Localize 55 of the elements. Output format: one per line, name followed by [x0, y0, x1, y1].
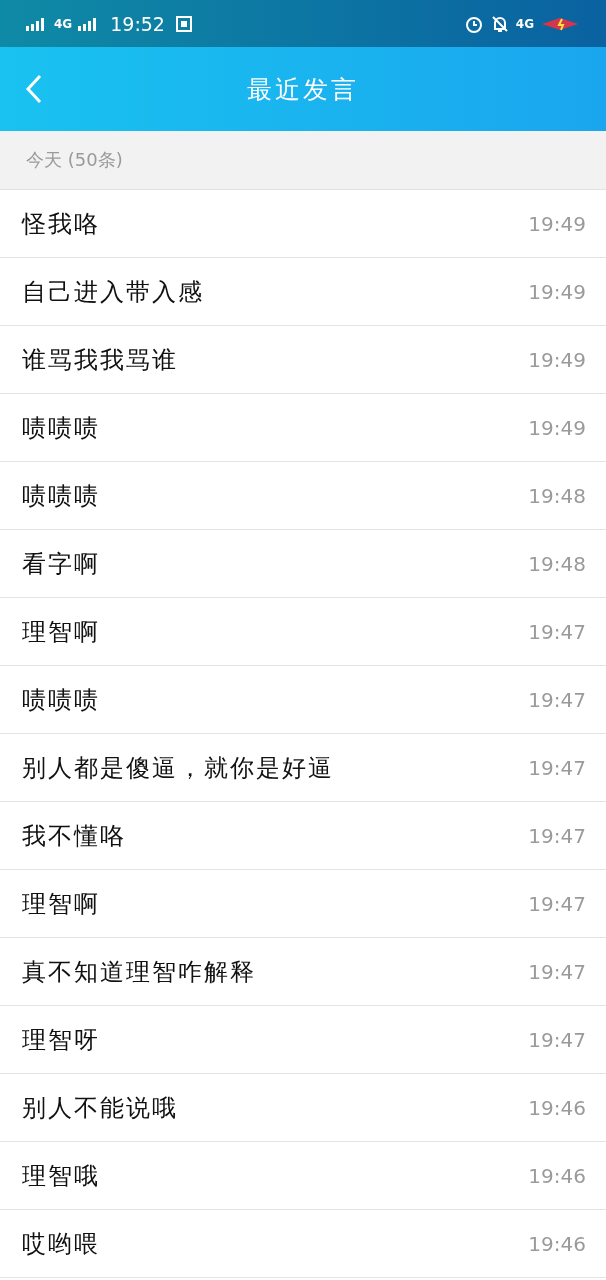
message-row[interactable]: 理智啊 19:47 — [0, 870, 606, 938]
message-row[interactable]: 怪我咯 19:49 — [0, 190, 606, 258]
message-text: 我不懂咯 — [22, 820, 126, 852]
message-row[interactable]: 别人不能说哦 19:46 — [0, 1074, 606, 1142]
message-text: 怪我咯 — [22, 208, 100, 240]
message-text: 理智呀 — [22, 1024, 100, 1056]
message-time: 19:46 — [528, 1163, 586, 1188]
message-time: 19:49 — [528, 279, 586, 304]
message-text: 理智啊 — [22, 888, 100, 920]
message-text: 真不知道理智咋解释 — [22, 956, 256, 988]
message-row[interactable]: 理智啊 19:47 — [0, 598, 606, 666]
message-row[interactable]: 看字啊 19:48 — [0, 530, 606, 598]
screenshot-icon — [174, 14, 193, 33]
page-title: 最近发言 — [247, 73, 359, 106]
message-row[interactable]: 啧啧啧 19:47 — [0, 666, 606, 734]
section-header: 今天 (50条) — [0, 131, 606, 190]
message-row[interactable]: 理智哦 19:46 — [0, 1142, 606, 1210]
message-row[interactable]: 真不知道理智咋解释 19:47 — [0, 938, 606, 1006]
network-type: 4G — [54, 16, 73, 31]
message-row[interactable]: 啧啧啧 19:48 — [0, 462, 606, 530]
message-text: 啧啧啧 — [22, 684, 100, 716]
message-time: 19:47 — [528, 891, 586, 916]
message-time: 19:47 — [528, 1027, 586, 1052]
message-text: 看字啊 — [22, 548, 100, 580]
message-time: 19:47 — [528, 755, 586, 780]
message-text: 谁骂我我骂谁 — [22, 344, 178, 376]
message-row[interactable]: 哎哟喂 19:46 — [0, 1210, 606, 1278]
status-time: 19:52 — [110, 12, 165, 35]
message-text: 别人都是傻逼，就你是好逼 — [22, 752, 334, 784]
message-time: 19:49 — [528, 347, 586, 372]
message-time: 19:46 — [528, 1095, 586, 1120]
message-time: 19:49 — [528, 211, 586, 236]
message-text: 哎哟喂 — [22, 1228, 100, 1260]
message-text: 理智啊 — [22, 616, 100, 648]
message-time: 19:47 — [528, 619, 586, 644]
network-type: 4G — [515, 16, 534, 31]
message-text: 自己进入带入感 — [22, 276, 204, 308]
message-text: 理智哦 — [22, 1160, 100, 1192]
message-time: 19:47 — [528, 823, 586, 848]
message-row[interactable]: 谁骂我我骂谁 19:49 — [0, 326, 606, 394]
message-time: 19:48 — [528, 551, 586, 576]
message-time: 19:46 — [528, 1231, 586, 1256]
message-text: 啧啧啧 — [22, 412, 100, 444]
message-row[interactable]: 自己进入带入感 19:49 — [0, 258, 606, 326]
message-time: 19:48 — [528, 483, 586, 508]
message-row[interactable]: 我不懂咯 19:47 — [0, 802, 606, 870]
message-time: 19:49 — [528, 415, 586, 440]
message-row[interactable]: 别人都是傻逼，就你是好逼 19:47 — [0, 734, 606, 802]
message-time: 19:47 — [528, 959, 586, 984]
message-row[interactable]: 理智呀 19:47 — [0, 1006, 606, 1074]
message-text: 别人不能说哦 — [22, 1092, 178, 1124]
message-row[interactable]: 啧啧啧 19:49 — [0, 394, 606, 462]
message-text: 啧啧啧 — [22, 480, 100, 512]
message-time: 19:47 — [528, 687, 586, 712]
bell-off-icon — [489, 13, 510, 34]
